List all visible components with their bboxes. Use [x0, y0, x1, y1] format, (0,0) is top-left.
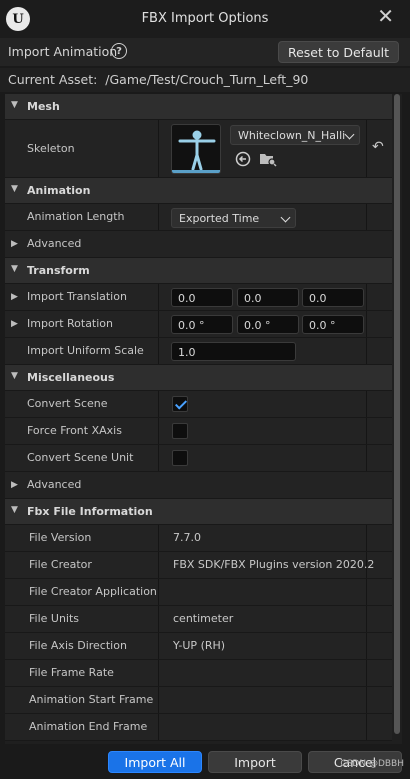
advanced-label: Advanced — [27, 478, 82, 491]
import-uniform-scale-row: Import Uniform Scale 1.0 — [5, 338, 392, 365]
fbx-import-dialog: U FBX Import Options ✕ Import Animation … — [0, 0, 410, 779]
skeleton-figure-icon — [178, 130, 216, 171]
animation-length-dropdown[interactable]: Exported Time — [171, 208, 296, 228]
fbx-info-value: Y-UP (RH) — [173, 639, 226, 652]
rotation-z-field[interactable]: 0.0 ° — [302, 315, 364, 334]
fbx-info-label: File Creator Application — [29, 585, 157, 598]
import-animation-row: Import Animation ? Reset to Default — [0, 38, 410, 66]
collapse-arrow-icon: ▼ — [11, 505, 18, 515]
misc-advanced-row[interactable]: ▶ Advanced — [5, 472, 392, 499]
use-selected-asset-icon[interactable] — [235, 151, 251, 167]
fbx-info-label: File Version — [29, 531, 92, 544]
skeleton-dropdown[interactable]: Whiteclown_N_Halli — [230, 125, 360, 145]
footer-bar: Import All Import Cancel CSDN @DBBH — [0, 746, 410, 779]
translation-x-field[interactable]: 0.0 — [171, 288, 233, 307]
current-asset-path: /Game/Test/Crouch_Turn_Left_90 — [105, 72, 309, 87]
translation-y-field[interactable]: 0.0 — [237, 288, 299, 307]
advanced-label: Advanced — [27, 237, 82, 250]
import-all-button[interactable]: Import All — [108, 751, 202, 773]
convert-scene-checkbox[interactable] — [172, 396, 188, 412]
force-front-xaxis-checkbox[interactable] — [172, 423, 188, 439]
import-button[interactable]: Import — [208, 751, 302, 773]
collapse-arrow-icon: ▼ — [11, 264, 18, 274]
import-translation-label: Import Translation — [27, 290, 127, 303]
skeleton-row: Skeleton Whiteclown_N_Halli ↶ — [5, 120, 392, 178]
reset-arrow-icon[interactable]: ↶ — [372, 139, 384, 155]
expand-arrow-icon[interactable]: ▶ — [11, 319, 18, 329]
current-asset-label: Current Asset: — [8, 72, 98, 87]
translation-z-field[interactable]: 0.0 — [302, 288, 364, 307]
title-bar: U FBX Import Options ✕ — [0, 0, 410, 38]
fbx-info-label: File Axis Direction — [29, 639, 127, 652]
animation-length-value: Exported Time — [179, 212, 260, 225]
section-fbx-file-information[interactable]: ▼ Fbx File Information — [5, 499, 392, 525]
convert-scene-unit-checkbox[interactable] — [172, 450, 188, 466]
window-title: FBX Import Options — [141, 11, 269, 26]
fbx-info-row: Animation End Frame — [5, 714, 392, 741]
animation-advanced-row[interactable]: ▶ Advanced — [5, 231, 392, 258]
skeleton-thumbnail[interactable] — [171, 124, 221, 174]
chevron-down-icon — [344, 129, 355, 140]
section-miscellaneous[interactable]: ▼ Miscellaneous — [5, 365, 392, 391]
fbx-info-label: File Frame Rate — [29, 666, 114, 679]
skeleton-label: Skeleton — [27, 142, 75, 155]
fbx-info-row: File Frame Rate — [5, 660, 392, 687]
fbx-info-row: Animation Start Frame — [5, 687, 392, 714]
scrollbar-thumb[interactable] — [394, 94, 400, 734]
fbx-info-label: Animation Start Frame — [29, 693, 154, 706]
animation-length-label: Animation Length — [27, 210, 125, 223]
rotation-y-field[interactable]: 0.0 ° — [237, 315, 299, 334]
import-rotation-label: Import Rotation — [27, 317, 114, 330]
section-label: Mesh — [27, 100, 60, 113]
fbx-info-label: Animation End Frame — [29, 720, 148, 733]
fbx-info-row: File Units centimeter — [5, 606, 392, 633]
collapse-arrow-icon: ▼ — [11, 371, 18, 381]
section-label: Fbx File Information — [27, 505, 153, 518]
collapse-arrow-icon: ▼ — [11, 100, 18, 110]
fbx-info-label: File Creator — [29, 558, 92, 571]
section-mesh[interactable]: ▼ Mesh — [5, 94, 392, 120]
reset-to-default-button[interactable]: Reset to Default — [278, 41, 399, 63]
fbx-info-row: File Creator Application — [5, 579, 392, 606]
help-icon[interactable]: ? — [111, 43, 127, 59]
uniform-scale-field[interactable]: 1.0 — [171, 342, 296, 361]
fbx-info-row: File Version 7.7.0 — [5, 525, 392, 552]
rotation-x-field[interactable]: 0.0 ° — [171, 315, 233, 334]
browse-asset-icon[interactable] — [259, 151, 277, 167]
fbx-info-label: File Units — [29, 612, 80, 625]
fbx-info-value: FBX SDK/FBX Plugins version 2020.2 — [173, 558, 375, 571]
section-transform[interactable]: ▼ Transform — [5, 258, 392, 284]
fbx-info-row: File Creator FBX SDK/FBX Plugins version… — [5, 552, 392, 579]
section-label: Miscellaneous — [27, 371, 115, 384]
section-label: Animation — [27, 184, 91, 197]
import-uniform-scale-label: Import Uniform Scale — [27, 344, 144, 357]
convert-scene-label: Convert Scene — [27, 397, 108, 410]
fbx-info-value: centimeter — [173, 612, 234, 625]
chevron-down-icon — [280, 212, 291, 223]
force-front-xaxis-row: Force Front XAxis — [5, 418, 392, 445]
skeleton-value: Whiteclown_N_Halli — [238, 129, 346, 142]
fbx-info-row: File Axis Direction Y-UP (RH) — [5, 633, 392, 660]
collapse-arrow-icon: ▼ — [11, 184, 18, 194]
section-animation[interactable]: ▼ Animation — [5, 178, 392, 204]
close-icon[interactable]: ✕ — [377, 4, 394, 28]
scrollbar[interactable] — [392, 94, 402, 744]
convert-scene-unit-label: Convert Scene Unit — [27, 451, 134, 464]
import-rotation-row: ▶ Import Rotation 0.0 ° 0.0 ° 0.0 ° — [5, 311, 392, 338]
current-asset-text: Current Asset: /Game/Test/Crouch_Turn_Le… — [8, 72, 308, 87]
convert-scene-row: Convert Scene — [5, 391, 392, 418]
watermark-text: CSDN @DBBH — [340, 759, 404, 769]
fbx-info-value: 7.7.0 — [173, 531, 201, 544]
animation-length-row: Animation Length Exported Time — [5, 204, 392, 231]
import-animation-label: Import Animation — [8, 44, 118, 59]
convert-scene-unit-row: Convert Scene Unit — [5, 445, 392, 472]
force-front-xaxis-label: Force Front XAxis — [27, 424, 122, 437]
import-translation-row: ▶ Import Translation 0.0 0.0 0.0 — [5, 284, 392, 311]
section-label: Transform — [27, 264, 90, 277]
expand-arrow-icon[interactable]: ▶ — [11, 292, 18, 302]
expand-arrow-icon: ▶ — [11, 480, 18, 490]
expand-arrow-icon: ▶ — [11, 239, 18, 249]
details-panel: ▼ Mesh Skeleton Whiteclown_N_Halli ↶ ▼ A… — [5, 94, 402, 744]
current-asset-row: Current Asset: /Game/Test/Crouch_Turn_Le… — [0, 68, 410, 92]
